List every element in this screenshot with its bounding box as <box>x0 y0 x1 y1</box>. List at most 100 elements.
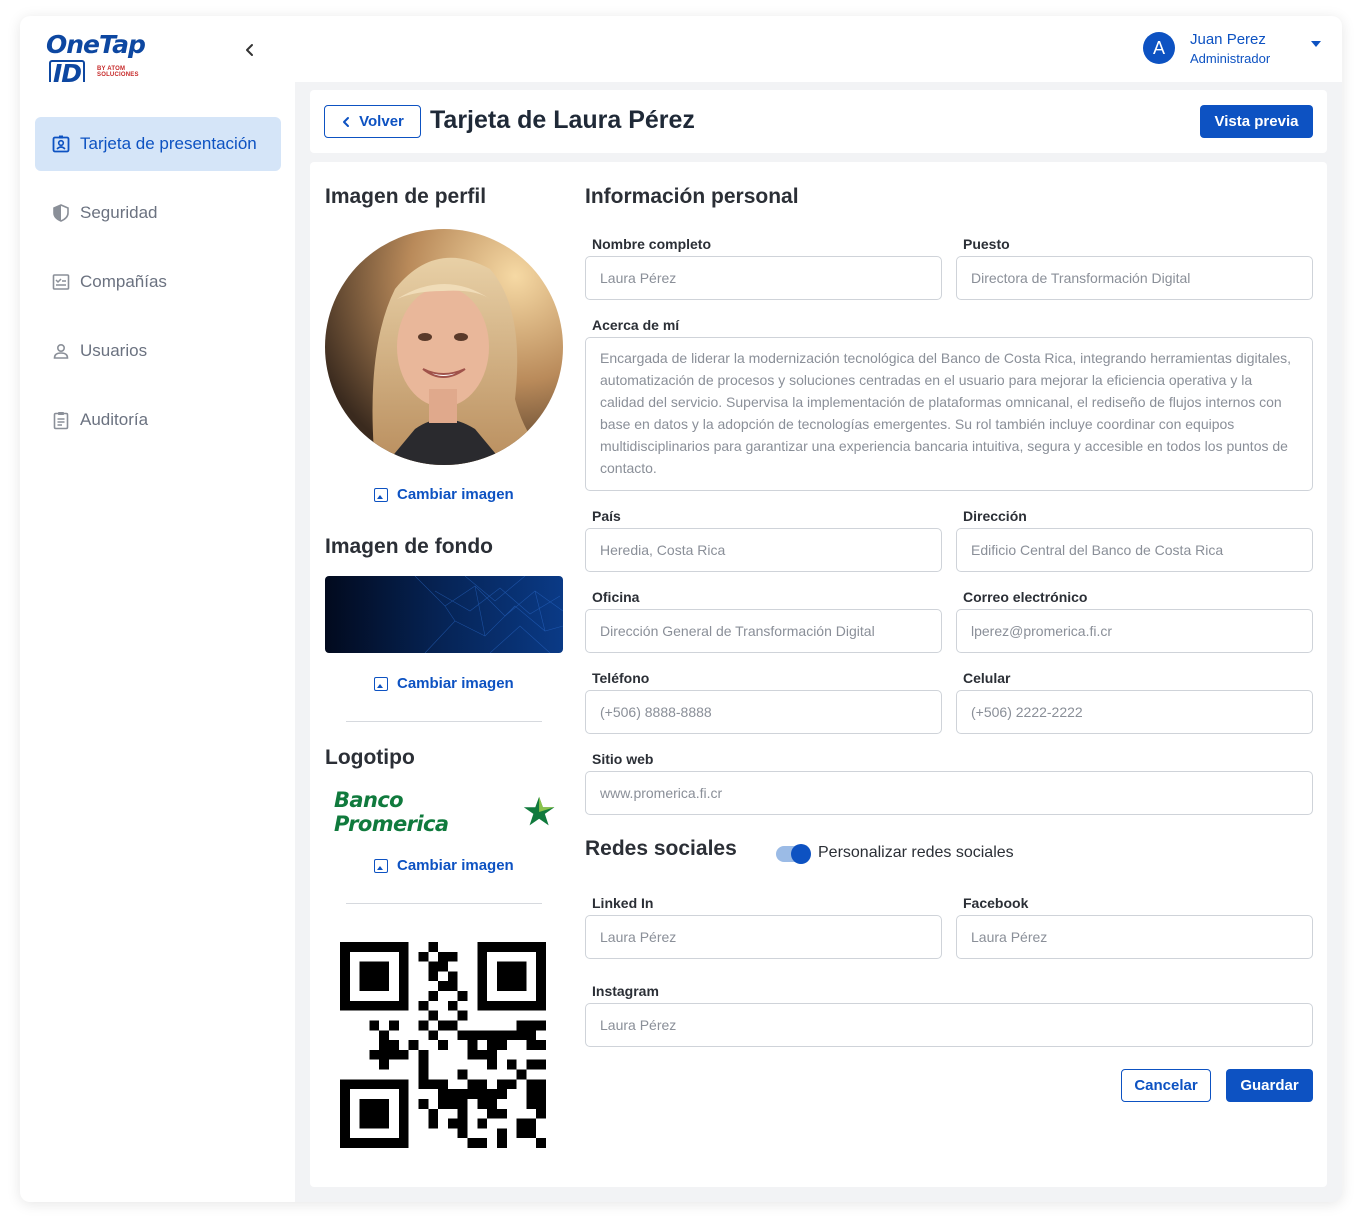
sidebar-item-seguridad[interactable]: Seguridad <box>35 186 281 240</box>
shield-icon <box>53 204 69 222</box>
qr-module <box>379 1138 390 1148</box>
linkedin-field[interactable]: Laura Pérez <box>585 915 942 959</box>
qr-module <box>516 942 527 952</box>
change-logo-link[interactable]: Cambiar imagen <box>374 857 514 874</box>
customize-social-toggle[interactable] <box>776 844 811 864</box>
qr-module <box>477 1049 488 1060</box>
qr-module <box>536 1098 546 1109</box>
qr-module <box>340 1128 350 1139</box>
qr-module <box>359 971 370 982</box>
chevron-left-icon <box>246 44 253 56</box>
qr-module <box>536 1059 546 1070</box>
address-label: Dirección <box>963 508 1027 524</box>
qr-module <box>506 1059 517 1070</box>
qr-module <box>477 1079 488 1090</box>
qr-module <box>389 1079 399 1090</box>
logo-subtitle: BY ATOM SOLUCIONES <box>97 66 139 78</box>
change-background-image-link[interactable]: Cambiar imagen <box>374 675 514 692</box>
qr-module <box>359 1079 370 1090</box>
sidebar-item-auditoria[interactable]: Auditoría <box>35 393 281 447</box>
image-icon <box>374 676 388 691</box>
qr-module <box>477 951 488 962</box>
qr-module <box>496 1040 507 1050</box>
qr-module <box>418 1098 429 1109</box>
qr-module <box>447 971 458 982</box>
full-name-label: Nombre completo <box>592 236 712 252</box>
qr-module <box>536 1040 546 1050</box>
qr-module <box>428 1010 439 1021</box>
collapse-sidebar-button[interactable] <box>240 40 260 60</box>
qr-module <box>506 942 517 952</box>
qr-module <box>536 951 546 962</box>
cancel-button[interactable]: Cancelar <box>1121 1069 1211 1102</box>
qr-module <box>398 1128 409 1139</box>
qr-module <box>379 1118 390 1129</box>
qr-module <box>457 991 468 1001</box>
caret-down-icon[interactable] <box>1310 38 1322 50</box>
qr-module <box>389 1049 399 1060</box>
logo-wordmark: OneTapID <box>46 30 146 88</box>
qr-module <box>516 981 527 992</box>
email-label: Correo electrónico <box>963 589 1088 605</box>
change-profile-image-link[interactable]: Cambiar imagen <box>374 486 514 503</box>
qr-module <box>477 1118 488 1129</box>
sidebar-item-tarjeta[interactable]: Tarjeta de presentación <box>35 117 281 171</box>
qr-module <box>526 1020 537 1031</box>
qr-module <box>428 961 439 972</box>
qr-module <box>369 1098 380 1109</box>
position-field[interactable]: Directora de Transformación Digital <box>956 256 1313 300</box>
qr-module <box>389 1000 399 1011</box>
about-label: Acerca de mí <box>592 317 680 333</box>
website-field[interactable]: www.promerica.fi.cr <box>585 771 1313 815</box>
qr-module <box>340 1118 350 1129</box>
qr-module <box>340 1000 350 1011</box>
qr-module <box>457 1128 468 1139</box>
address-field[interactable]: Edificio Central del Banco de Costa Rica <box>956 528 1313 572</box>
qr-module <box>359 1118 370 1129</box>
qr-module <box>340 1108 350 1119</box>
profile-photo-image <box>325 229 563 465</box>
logo-title: Logotipo <box>325 746 415 769</box>
personal-info-title: Información personal <box>585 185 799 208</box>
qr-module <box>526 1089 537 1099</box>
qr-module <box>467 1138 478 1148</box>
preview-button[interactable]: Vista previa <box>1200 105 1313 138</box>
instagram-field[interactable]: Laura Pérez <box>585 1003 1313 1047</box>
back-button[interactable]: Volver <box>324 105 421 138</box>
qr-module <box>379 1079 390 1090</box>
qr-module <box>340 961 350 972</box>
qr-module <box>418 1059 429 1070</box>
email-field[interactable]: lperez@promerica.fi.cr <box>956 609 1313 653</box>
facebook-field[interactable]: Laura Pérez <box>956 915 1313 959</box>
onetap-logo[interactable]: OneTapID BY ATOM SOLUCIONES <box>46 30 166 88</box>
qr-module <box>398 1079 409 1090</box>
qr-module <box>496 981 507 992</box>
qr-module <box>359 961 370 972</box>
qr-module <box>379 971 390 982</box>
qr-module <box>428 1030 439 1041</box>
full-name-field[interactable]: Laura Pérez <box>585 256 942 300</box>
user-avatar[interactable]: A <box>1143 32 1175 64</box>
sidebar-item-companias[interactable]: Compañías <box>35 255 281 309</box>
qr-module <box>487 1040 497 1050</box>
about-textarea[interactable]: Encargada de liderar la modernización te… <box>585 337 1313 491</box>
qr-module <box>447 1098 458 1109</box>
qr-module <box>457 1030 468 1041</box>
office-field[interactable]: Dirección General de Transformación Digi… <box>585 609 942 653</box>
mobile-field[interactable]: (+506) 2222-2222 <box>956 690 1313 734</box>
sidebar-item-label: Tarjeta de presentación <box>80 134 257 153</box>
qr-module <box>477 971 488 982</box>
qr-module <box>418 1020 429 1031</box>
clipboard-icon <box>53 412 69 430</box>
qr-module <box>457 1108 468 1119</box>
save-button[interactable]: Guardar <box>1226 1069 1313 1102</box>
qr-module <box>428 942 439 952</box>
sidebar-item-usuarios[interactable]: Usuarios <box>35 324 281 378</box>
phone-field[interactable]: (+506) 8888-8888 <box>585 690 942 734</box>
qr-module <box>359 1000 370 1011</box>
sidebar-item-label: Seguridad <box>80 203 158 222</box>
qr-module <box>398 1000 409 1011</box>
profile-image-title: Imagen de perfil <box>325 185 487 208</box>
country-field[interactable]: Heredia, Costa Rica <box>585 528 942 572</box>
user-name[interactable]: Juan Perez <box>1190 31 1266 48</box>
